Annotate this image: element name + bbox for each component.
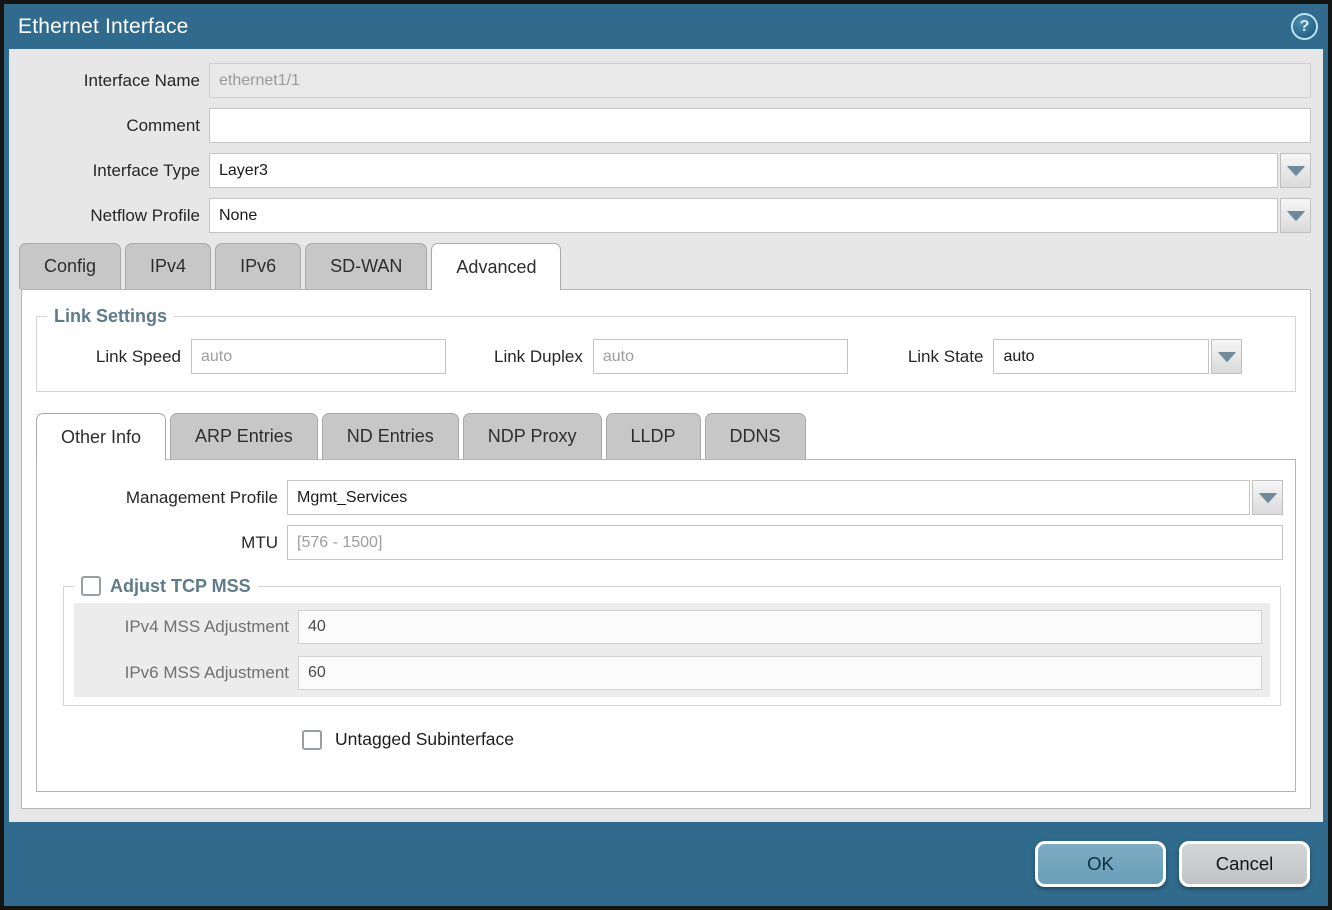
chevron-down-icon <box>1218 352 1236 362</box>
management-profile-label: Management Profile <box>49 488 287 508</box>
main-tabstrip: Config IPv4 IPv6 SD-WAN Advanced <box>9 243 1323 289</box>
dialog-footer: OK Cancel <box>4 822 1328 906</box>
mss-inner-panel: IPv4 MSS Adjustment IPv6 MSS Adjustment <box>74 603 1270 697</box>
advanced-tab-panel: Link Settings Link Speed Link Duplex Lin… <box>21 289 1311 809</box>
interface-name-input <box>209 63 1311 98</box>
comment-label: Comment <box>9 116 209 136</box>
link-settings-legend-text: Link Settings <box>54 304 167 328</box>
link-speed-input[interactable] <box>191 339 446 374</box>
link-settings-row: Link Speed Link Duplex Link State <box>51 339 1281 374</box>
management-profile-row: Management Profile <box>49 480 1283 515</box>
mtu-label: MTU <box>49 533 287 553</box>
ipv4-mss-row: IPv4 MSS Adjustment <box>74 610 1262 644</box>
dialog-frame: Ethernet Interface ? Interface Name Comm… <box>4 4 1328 906</box>
tab-ndp-proxy[interactable]: NDP Proxy <box>463 413 602 459</box>
ipv6-mss-label: IPv6 MSS Adjustment <box>74 663 298 683</box>
interface-type-label: Interface Type <box>9 161 209 181</box>
dialog-title: Ethernet Interface <box>18 15 189 39</box>
link-state-label: Link State <box>908 347 994 367</box>
tab-ipv6[interactable]: IPv6 <box>215 243 301 289</box>
adjust-tcp-mss-fieldset: Adjust TCP MSS IPv4 MSS Adjustment IPv6 … <box>63 586 1281 706</box>
link-duplex-label: Link Duplex <box>494 347 593 367</box>
untagged-subinterface-label: Untagged Subinterface <box>335 729 514 750</box>
interface-type-input[interactable] <box>209 153 1278 188</box>
tab-ddns[interactable]: DDNS <box>705 413 806 459</box>
link-state-input[interactable] <box>993 339 1209 374</box>
tab-nd-entries[interactable]: ND Entries <box>322 413 459 459</box>
help-icon[interactable]: ? <box>1291 13 1318 40</box>
interface-type-dropdown-button[interactable] <box>1280 153 1311 188</box>
untagged-subinterface-row: Untagged Subinterface <box>302 729 1283 750</box>
ipv4-mss-label: IPv4 MSS Adjustment <box>74 617 298 637</box>
other-info-panel: Management Profile MTU <box>36 459 1296 792</box>
mtu-input[interactable] <box>287 525 1283 560</box>
link-state-combo <box>993 339 1242 374</box>
comment-input[interactable] <box>209 108 1311 143</box>
netflow-profile-dropdown-button[interactable] <box>1280 198 1311 233</box>
ipv4-mss-input <box>298 610 1262 644</box>
adjust-tcp-mss-checkbox[interactable] <box>81 576 101 596</box>
netflow-profile-input[interactable] <box>209 198 1278 233</box>
tab-other-info[interactable]: Other Info <box>36 413 166 460</box>
ipv6-mss-row: IPv6 MSS Adjustment <box>74 656 1262 690</box>
adjust-tcp-mss-legend-text: Adjust TCP MSS <box>110 574 251 598</box>
adjust-tcp-mss-legend: Adjust TCP MSS <box>74 574 258 598</box>
tab-arp-entries[interactable]: ARP Entries <box>170 413 318 459</box>
untagged-subinterface-checkbox[interactable] <box>302 730 322 750</box>
link-settings-legend: Link Settings <box>47 304 174 328</box>
netflow-profile-combo <box>209 198 1311 233</box>
tab-lldp[interactable]: LLDP <box>606 413 701 459</box>
interface-type-combo <box>209 153 1311 188</box>
link-settings-fieldset: Link Settings Link Speed Link Duplex Lin… <box>36 316 1296 392</box>
comment-row: Comment <box>9 108 1311 143</box>
tab-ipv4[interactable]: IPv4 <box>125 243 211 289</box>
dialog-body: Interface Name Comment Interface Type <box>9 49 1323 822</box>
netflow-profile-row: Netflow Profile <box>9 198 1311 233</box>
interface-name-row: Interface Name <box>9 63 1311 98</box>
chevron-down-icon <box>1259 493 1277 503</box>
link-state-dropdown-button[interactable] <box>1211 339 1242 374</box>
ok-button[interactable]: OK <box>1035 841 1166 887</box>
chevron-down-icon <box>1287 211 1305 221</box>
titlebar: Ethernet Interface ? <box>4 4 1328 49</box>
cancel-button[interactable]: Cancel <box>1179 841 1310 887</box>
interface-name-label: Interface Name <box>9 71 209 91</box>
interface-type-row: Interface Type <box>9 153 1311 188</box>
netflow-profile-label: Netflow Profile <box>9 206 209 226</box>
chevron-down-icon <box>1287 166 1305 176</box>
mtu-row: MTU <box>49 525 1283 560</box>
ipv6-mss-input <box>298 656 1262 690</box>
ethernet-interface-dialog: Ethernet Interface ? Interface Name Comm… <box>0 0 1332 910</box>
tab-config[interactable]: Config <box>19 243 121 289</box>
link-duplex-input[interactable] <box>593 339 848 374</box>
management-profile-combo <box>287 480 1283 515</box>
management-profile-input[interactable] <box>287 480 1250 515</box>
tab-advanced[interactable]: Advanced <box>431 243 561 290</box>
sub-tabstrip: Other Info ARP Entries ND Entries NDP Pr… <box>36 413 1296 459</box>
management-profile-dropdown-button[interactable] <box>1252 480 1283 515</box>
help-glyph: ? <box>1300 18 1310 36</box>
tab-sd-wan[interactable]: SD-WAN <box>305 243 427 289</box>
link-speed-label: Link Speed <box>51 347 191 367</box>
